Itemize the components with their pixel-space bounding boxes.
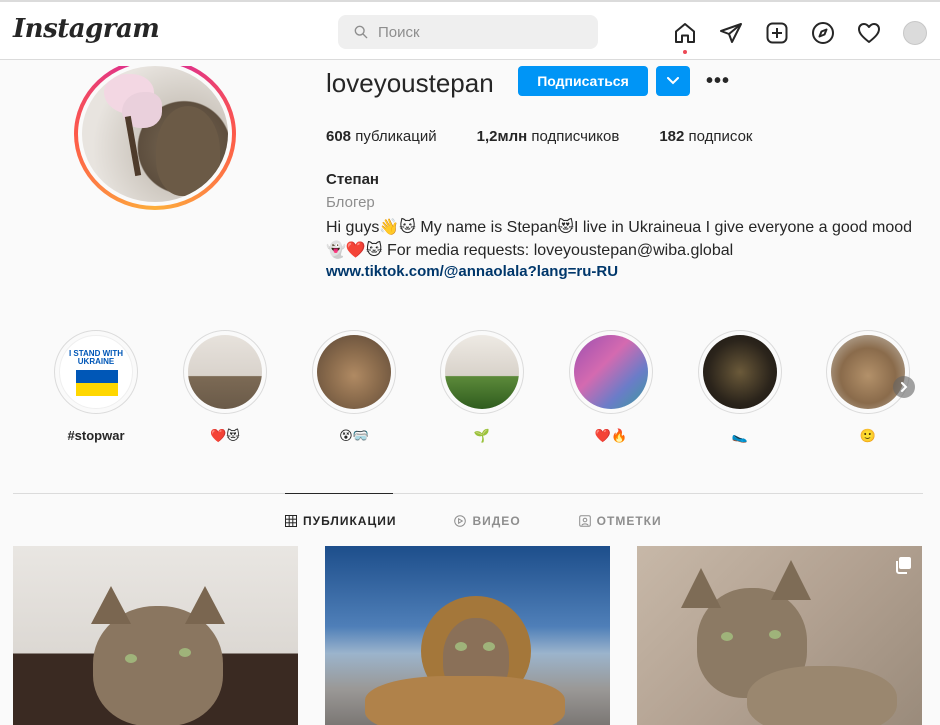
lion-body bbox=[365, 676, 565, 725]
tab-videos[interactable]: ВИДЕО bbox=[454, 514, 520, 528]
cat-ear bbox=[681, 568, 721, 608]
highlight-ring bbox=[183, 330, 267, 414]
carousel-icon bbox=[896, 557, 911, 574]
posts-label: публикаций bbox=[355, 128, 437, 145]
top-nav-bar: Instagram bbox=[0, 0, 940, 60]
post-thumbnail[interactable] bbox=[325, 546, 610, 725]
post-thumbnail[interactable] bbox=[13, 546, 298, 725]
cat-ear bbox=[91, 586, 131, 624]
highlight-ring bbox=[698, 330, 782, 414]
highlight-label: #stopwar bbox=[67, 428, 125, 443]
highlight-item[interactable]: I STAND WITH UKRAINE #stopwar bbox=[46, 330, 146, 443]
followers-stat[interactable]: 1,2млн подписчиков bbox=[477, 128, 620, 145]
tab-label: ОТМЕТКИ bbox=[596, 514, 662, 528]
play-icon bbox=[454, 515, 467, 527]
activity-heart-icon[interactable] bbox=[856, 20, 882, 46]
cat-ear bbox=[185, 586, 225, 624]
highlight-label: 😵🥽 bbox=[339, 428, 369, 443]
cat-eye bbox=[179, 648, 191, 657]
tag-icon bbox=[578, 515, 591, 527]
highlight-cover bbox=[445, 335, 519, 409]
avatar bbox=[903, 21, 927, 45]
home-icon[interactable] bbox=[672, 20, 698, 54]
following-count: 182 bbox=[659, 128, 685, 145]
tab-posts[interactable]: ПУБЛИКАЦИИ bbox=[285, 514, 396, 528]
highlight-label: ❤️😻 bbox=[210, 428, 240, 443]
highlight-label: 🥿 bbox=[731, 428, 749, 443]
cat-eye bbox=[455, 642, 467, 651]
highlight-cover bbox=[188, 335, 262, 409]
story-highlights: I STAND WITH UKRAINE #stopwar ❤️😻 😵🥽 🌱 ❤… bbox=[40, 330, 920, 450]
bio-full-name: Степан bbox=[326, 171, 379, 188]
more-options-button[interactable]: ••• bbox=[706, 70, 730, 93]
highlight-label: 🌱 bbox=[473, 428, 491, 443]
following-label: подписок bbox=[688, 128, 753, 145]
highlight-label: ❤️🔥 bbox=[594, 428, 628, 443]
tab-label: ВИДЕО bbox=[472, 514, 521, 528]
cat-eye bbox=[721, 632, 733, 641]
highlight-cover: I STAND WITH UKRAINE bbox=[59, 335, 133, 409]
followers-count: 1,2млн bbox=[476, 128, 528, 145]
highlight-cover-text: I STAND WITH UKRAINE bbox=[68, 349, 124, 366]
highlight-cover bbox=[574, 335, 648, 409]
highlight-ring bbox=[569, 330, 653, 414]
highlight-item[interactable]: 🌱 bbox=[432, 330, 532, 444]
next-highlights-button[interactable] bbox=[893, 376, 915, 398]
chevron-right-icon bbox=[901, 382, 908, 392]
bio-category: Блогер bbox=[326, 194, 375, 211]
tabs-divider bbox=[13, 493, 923, 494]
highlight-cover bbox=[317, 335, 391, 409]
cat-ear bbox=[771, 560, 811, 600]
cat-eye bbox=[769, 630, 781, 639]
highlight-item[interactable]: 🥿 bbox=[690, 330, 790, 444]
profile-avatar-icon[interactable] bbox=[902, 20, 928, 46]
cat-eye bbox=[125, 654, 137, 663]
bio-external-link[interactable]: www.tiktok.com/@annaolala?lang=ru-RU bbox=[326, 263, 618, 280]
highlight-label: 🙂 bbox=[859, 428, 877, 443]
posts-stat: 608 публикаций bbox=[326, 128, 437, 145]
suggested-dropdown-button[interactable] bbox=[656, 66, 690, 96]
highlight-item[interactable]: ❤️😻 bbox=[175, 330, 275, 444]
chevron-down-icon bbox=[667, 77, 679, 85]
post-thumbnail[interactable] bbox=[637, 546, 922, 725]
nav-icons bbox=[672, 20, 928, 54]
highlight-ring: I STAND WITH UKRAINE bbox=[54, 330, 138, 414]
profile-tabs: ПУБЛИКАЦИИ ВИДЕО ОТМЕТКИ bbox=[285, 514, 720, 528]
grid-icon bbox=[285, 515, 297, 527]
highlight-ring bbox=[312, 330, 396, 414]
active-tab-indicator bbox=[285, 493, 393, 494]
profile-picture[interactable] bbox=[82, 66, 228, 202]
tab-label: ПУБЛИКАЦИИ bbox=[303, 514, 397, 528]
ukraine-flag bbox=[76, 370, 118, 383]
bio-line: Hi guys👋🐱 My name is Stepan😻I live in Uk… bbox=[326, 219, 913, 236]
ukraine-flag bbox=[76, 383, 118, 396]
profile-stats: 608 публикаций 1,2млн подписчиков 182 по… bbox=[326, 128, 793, 145]
highlight-item[interactable]: ❤️🔥 bbox=[561, 330, 661, 444]
tab-tagged[interactable]: ОТМЕТКИ bbox=[578, 514, 662, 528]
follow-button[interactable]: Подписаться bbox=[518, 66, 648, 96]
search-icon bbox=[354, 25, 368, 39]
cat-body bbox=[747, 666, 897, 725]
cat-figure bbox=[156, 106, 220, 196]
search-box[interactable] bbox=[338, 15, 598, 49]
notification-dot bbox=[683, 50, 687, 54]
highlight-ring bbox=[440, 330, 524, 414]
profile-username: loveyoustepan bbox=[326, 68, 494, 98]
direct-message-icon[interactable] bbox=[718, 20, 744, 46]
cat-eye bbox=[483, 642, 495, 651]
posts-count: 608 bbox=[326, 128, 352, 145]
highlight-item[interactable]: 😵🥽 bbox=[304, 330, 404, 444]
new-post-icon[interactable] bbox=[764, 20, 790, 46]
highlight-cover bbox=[831, 335, 905, 409]
highlight-cover bbox=[703, 335, 777, 409]
bio-text: Hi guys👋🐱 My name is Stepan😻I live in Uk… bbox=[326, 216, 926, 262]
highlight-ring bbox=[826, 330, 910, 414]
bio-line: 👻❤️🐱 For media requests: loveyoustepan@w… bbox=[326, 242, 734, 259]
explore-icon[interactable] bbox=[810, 20, 836, 46]
followers-label: подписчиков bbox=[531, 128, 620, 145]
following-stat[interactable]: 182 подписок bbox=[659, 128, 752, 145]
search-input[interactable] bbox=[378, 23, 578, 41]
instagram-logo[interactable]: Instagram bbox=[13, 14, 160, 44]
